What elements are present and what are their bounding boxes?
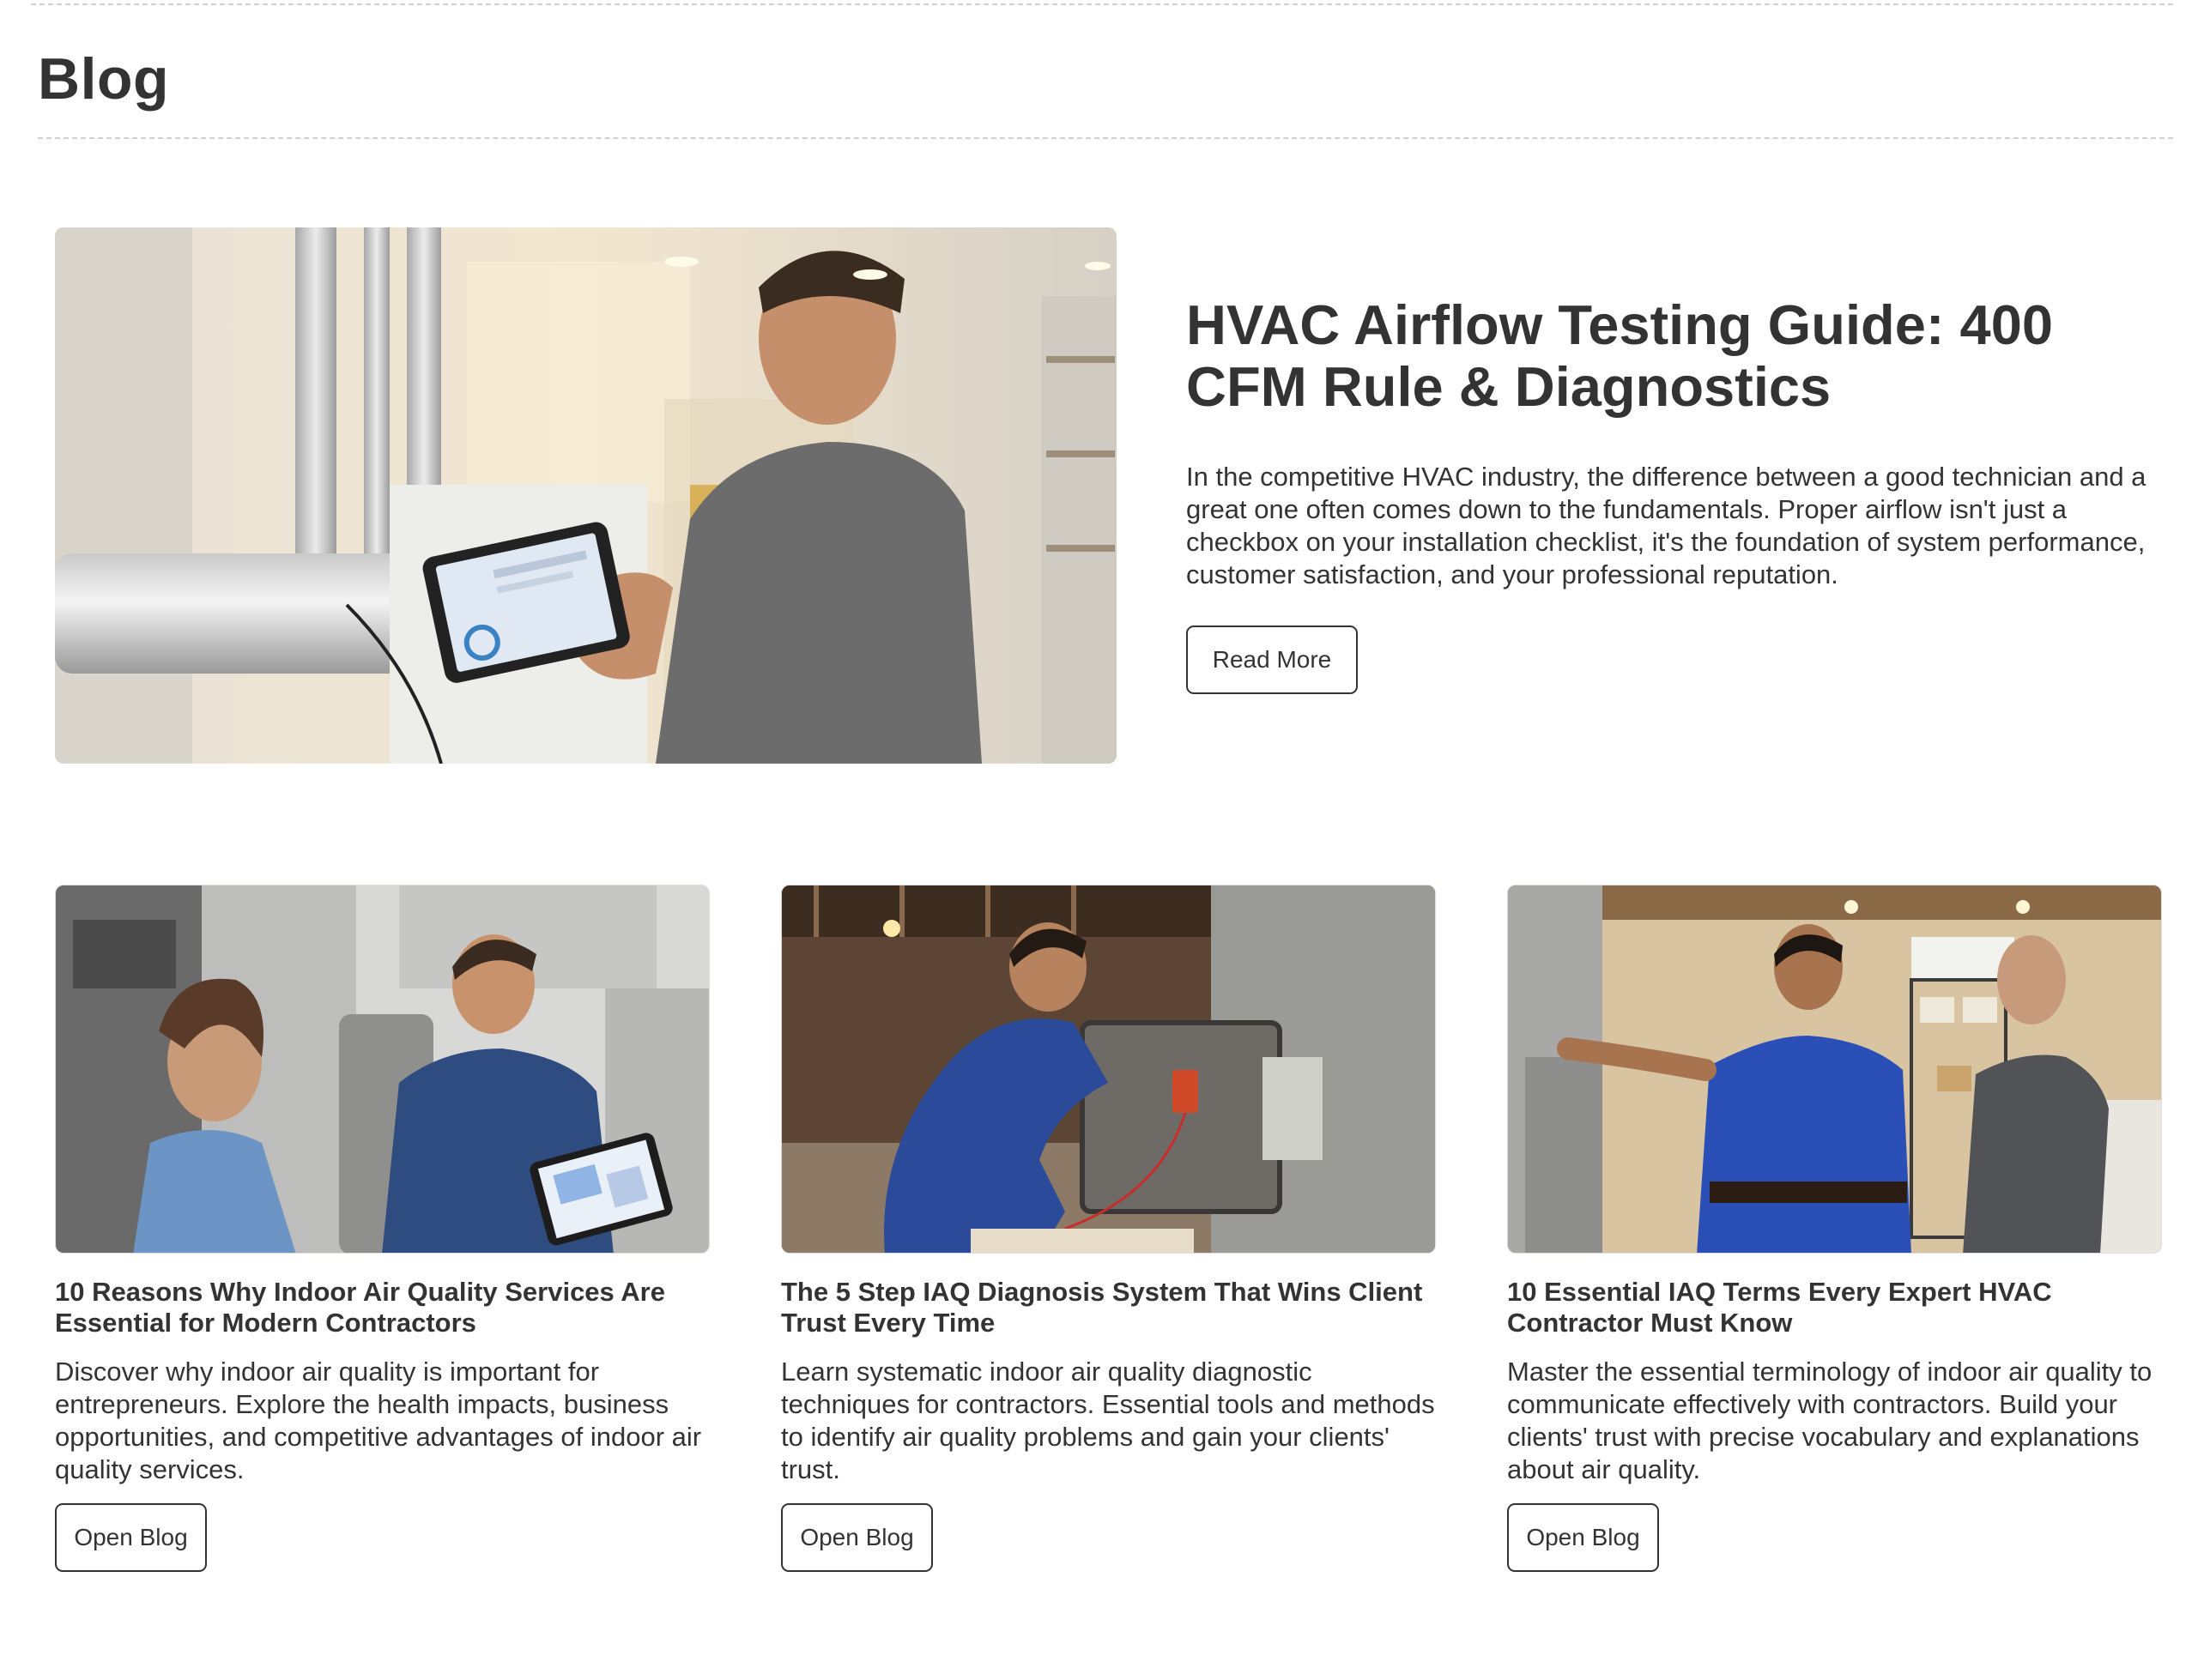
featured-post-title[interactable]: HVAC Airflow Testing Guide: 400 CFM Rule… [1186, 294, 2147, 418]
blog-card: 10 Reasons Why Indoor Air Quality Servic… [55, 885, 710, 1572]
featured-post-excerpt: In the competitive HVAC industry, the di… [1186, 462, 2146, 589]
featured-post-image[interactable] [55, 227, 1117, 764]
blog-card-title[interactable]: 10 Essential IAQ Terms Every Expert HVAC… [1507, 1277, 2162, 1339]
blog-card-excerpt: Learn systematic indoor air quality diag… [781, 1357, 1435, 1484]
open-blog-button[interactable]: Open Blog [781, 1503, 933, 1572]
blog-card-excerpt: Discover why indoor air quality is impor… [55, 1357, 702, 1484]
blog-card-title[interactable]: 10 Reasons Why Indoor Air Quality Servic… [55, 1277, 710, 1339]
featured-post-body: HVAC Airflow Testing Guide: 400 CFM Rule… [1186, 294, 2147, 694]
page-title: Blog [38, 46, 170, 112]
blog-card: 10 Essential IAQ Terms Every Expert HVAC… [1507, 885, 2162, 1572]
blog-card-title[interactable]: The 5 Step IAQ Diagnosis System That Win… [781, 1277, 1436, 1339]
open-blog-button[interactable]: Open Blog [55, 1503, 207, 1572]
blog-card-image[interactable] [55, 885, 710, 1254]
blog-card: The 5 Step IAQ Diagnosis System That Win… [781, 885, 1436, 1572]
blog-card-image[interactable] [781, 885, 1436, 1254]
page-header: Blog [38, 50, 2173, 139]
blog-card-image[interactable] [1507, 885, 2162, 1254]
blog-card-excerpt: Master the essential terminology of indo… [1507, 1357, 2153, 1484]
read-more-button[interactable]: Read More [1186, 625, 1358, 694]
open-blog-button[interactable]: Open Blog [1507, 1503, 1659, 1572]
top-divider [31, 3, 2173, 5]
